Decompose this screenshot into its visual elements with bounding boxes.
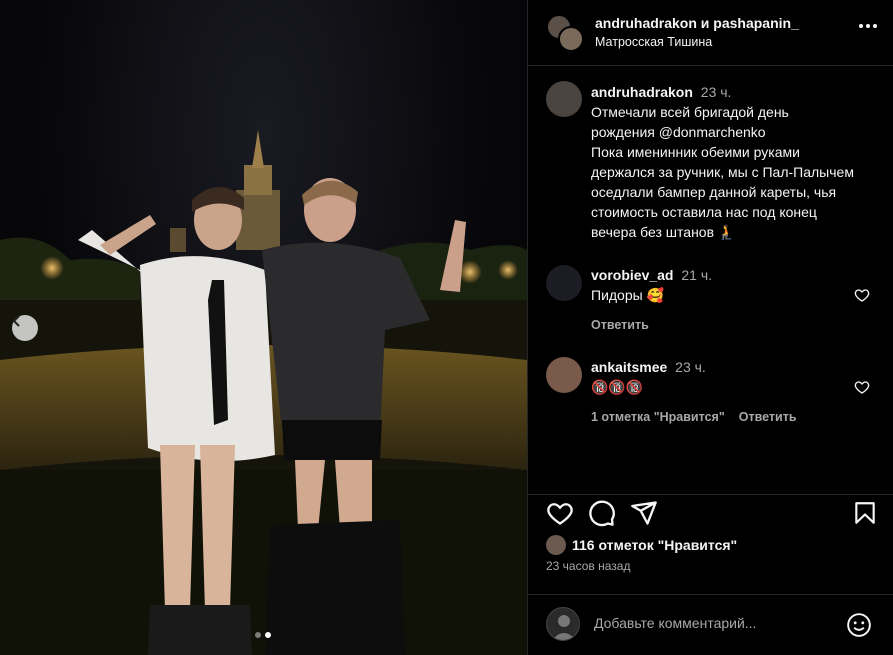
avatar [546, 607, 580, 641]
reply-button[interactable]: Ответить [739, 407, 797, 427]
carousel-dot-active [265, 632, 271, 638]
more-options-button[interactable] [859, 24, 877, 28]
like-comment-heart-icon[interactable] [854, 287, 870, 303]
carousel-indicator [255, 632, 271, 638]
comment-likes-count[interactable]: 1 отметка "Нравится" [591, 407, 725, 427]
avatar[interactable] [546, 535, 566, 555]
location-link[interactable]: Матросская Тишина [595, 35, 712, 49]
comment-username[interactable]: andruhadrakon [591, 84, 693, 100]
post-header: andruhadrakon и pashapanin_ Матросская Т… [528, 0, 893, 66]
post-photo[interactable] [0, 0, 527, 655]
bookmark-icon[interactable] [852, 499, 878, 527]
avatar[interactable] [558, 26, 584, 52]
caption-line: держался за ручник, мы с Пал-Палычем [591, 164, 854, 180]
likes-summary[interactable]: 116 отметок "Нравится" [546, 535, 737, 555]
comments-list: andruhadrakon 23 ч. Отмечали всей бригад… [528, 66, 893, 494]
caption-line: Отмечали всей бригадой день [591, 104, 789, 120]
comment-username[interactable]: ankaitsmee [591, 359, 667, 375]
carousel-dot [255, 632, 261, 638]
caption-line: Пока именинник обеими руками [591, 144, 800, 160]
author-primary-link[interactable]: andruhadrakon [595, 15, 697, 31]
carousel-prev-button[interactable] [12, 315, 38, 341]
dot-icon [866, 24, 870, 28]
dot-icon [859, 24, 863, 28]
chevron-left-icon [12, 315, 20, 327]
caption-line: стоимость оставила нас под конец [591, 204, 817, 220]
avatar[interactable] [546, 357, 582, 393]
comment-time[interactable]: 23 ч. [675, 359, 706, 375]
caption-text: Отмечали всей бригадой день рождения @do… [591, 102, 861, 242]
post-details-panel: andruhadrakon и pashapanin_ Матросская Т… [527, 0, 893, 655]
user-placeholder-icon [552, 615, 576, 640]
like-heart-icon[interactable] [546, 499, 574, 527]
add-comment-bar [528, 594, 893, 655]
reply-button[interactable]: Ответить [591, 315, 649, 335]
authors-joiner: и [700, 15, 710, 31]
comment-time[interactable]: 21 ч. [681, 267, 712, 283]
avatar[interactable] [546, 81, 582, 117]
emoji-icon[interactable] [846, 612, 872, 638]
comment-text: Пидоры 🥰 [591, 287, 665, 303]
post-authors: andruhadrakon и pashapanin_ [595, 15, 799, 31]
comment-input[interactable] [594, 615, 834, 631]
likes-count[interactable]: 116 отметок "Нравится" [572, 537, 737, 553]
comment-text: 🔞🔞🔞 [591, 379, 644, 395]
author-secondary-link[interactable]: pashapanin_ [713, 15, 799, 31]
comment-time[interactable]: 23 ч. [701, 84, 732, 100]
comment-username[interactable]: vorobiev_ad [591, 267, 673, 283]
photo-scene [0, 130, 527, 655]
share-send-icon[interactable] [630, 499, 658, 527]
caption-line: вечера без штанов 🧎 [591, 224, 736, 240]
avatar[interactable] [546, 265, 582, 301]
post-timestamp[interactable]: 23 часов назад [546, 559, 630, 573]
dot-icon [873, 24, 877, 28]
like-comment-heart-icon[interactable] [854, 379, 870, 395]
authors-avatars[interactable] [546, 14, 584, 52]
comment-bubble-icon[interactable] [588, 499, 616, 527]
caption-line: рождения @donmarchenko [591, 124, 766, 140]
caption-line: оседлали бампер данной кареты, чья [591, 184, 837, 200]
